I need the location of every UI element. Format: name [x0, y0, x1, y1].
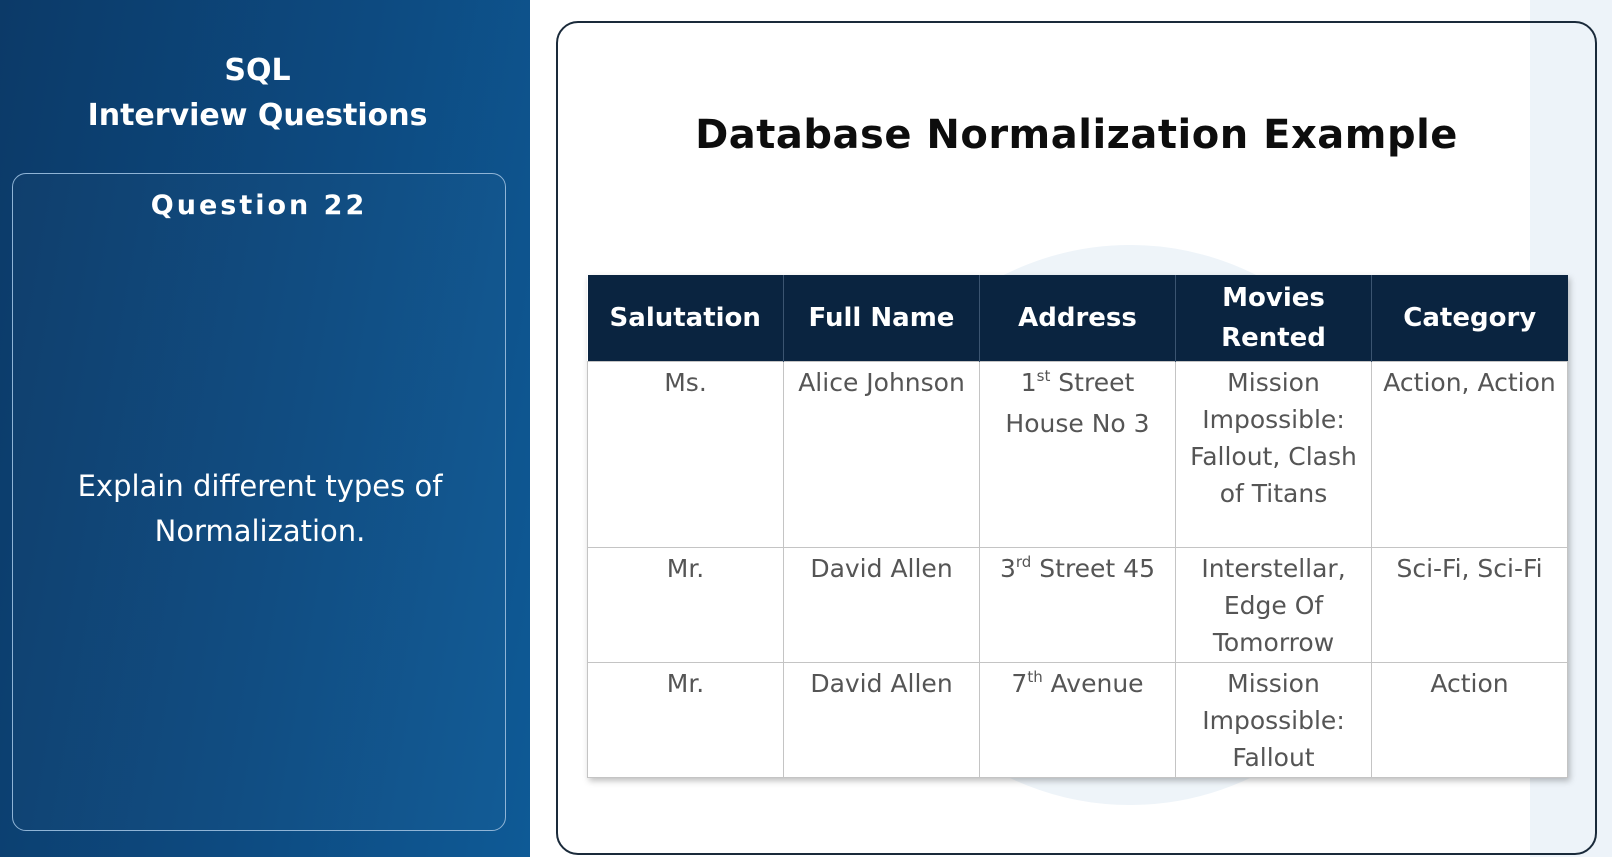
cell-address: 7th Avenue	[979, 661, 1176, 778]
address-number: 1	[1020, 367, 1037, 397]
brand-line-1: SQL	[224, 53, 291, 88]
question-card: Question 22 Explain different types of N…	[12, 173, 506, 831]
cell-category: Sci-Fi, Sci-Fi	[1371, 546, 1568, 663]
brand-line-2: Interview Questions	[87, 98, 428, 133]
question-number: Question 22	[150, 190, 368, 221]
cell-salutation: Mr.	[587, 661, 784, 778]
normalization-table: Salutation Full Name Address Movies Rent…	[587, 275, 1568, 778]
cell-full-name: David Allen	[783, 546, 980, 663]
table-row: Mr. David Allen 3rd Street 45 Interstell…	[587, 546, 1568, 663]
address-number: 7	[1011, 668, 1028, 698]
address-number: 3	[999, 553, 1016, 583]
left-panel: SQL Interview Questions Question 22 Expl…	[0, 0, 530, 857]
cell-salutation: Ms.	[587, 360, 784, 548]
address-ordinal: st	[1036, 366, 1051, 385]
cell-movies-rented: Mission Impossible: Fallout, Clash of Ti…	[1175, 360, 1372, 548]
header-category: Category	[1371, 275, 1568, 361]
slide-title: Database Normalization Example	[695, 112, 1458, 158]
address-ordinal: th	[1027, 667, 1043, 686]
table-row: Mr. David Allen 7th Avenue Mission Impos…	[587, 661, 1568, 778]
header-full-name: Full Name	[783, 275, 980, 361]
cell-category: Action	[1371, 661, 1568, 778]
cell-full-name: David Allen	[783, 661, 980, 778]
header-salutation: Salutation	[587, 275, 784, 361]
cell-movies-rented: Mission Impossible: Fallout	[1175, 661, 1372, 778]
cell-address: 1st Street House No 3	[979, 360, 1176, 548]
cell-movies-rented: Interstellar, Edge Of Tomorrow	[1175, 546, 1372, 663]
table-row: Ms. Alice Johnson 1st Street House No 3 …	[587, 360, 1568, 548]
question-text: Explain different types of Normalization…	[77, 469, 443, 548]
address-rest: Avenue	[1042, 668, 1144, 698]
address-rest: Street 45	[1031, 553, 1155, 583]
cell-category: Action, Action	[1371, 360, 1568, 548]
header-movies-rented: Movies Rented	[1175, 275, 1372, 361]
cell-salutation: Mr.	[587, 546, 784, 663]
address-ordinal: rd	[1015, 552, 1032, 571]
cell-full-name: Alice Johnson	[783, 360, 980, 548]
brand-title: SQL Interview Questions	[0, 48, 515, 138]
table-header-row: Salutation Full Name Address Movies Rent…	[587, 275, 1568, 361]
header-address: Address	[979, 275, 1176, 361]
cell-address: 3rd Street 45	[979, 546, 1176, 663]
